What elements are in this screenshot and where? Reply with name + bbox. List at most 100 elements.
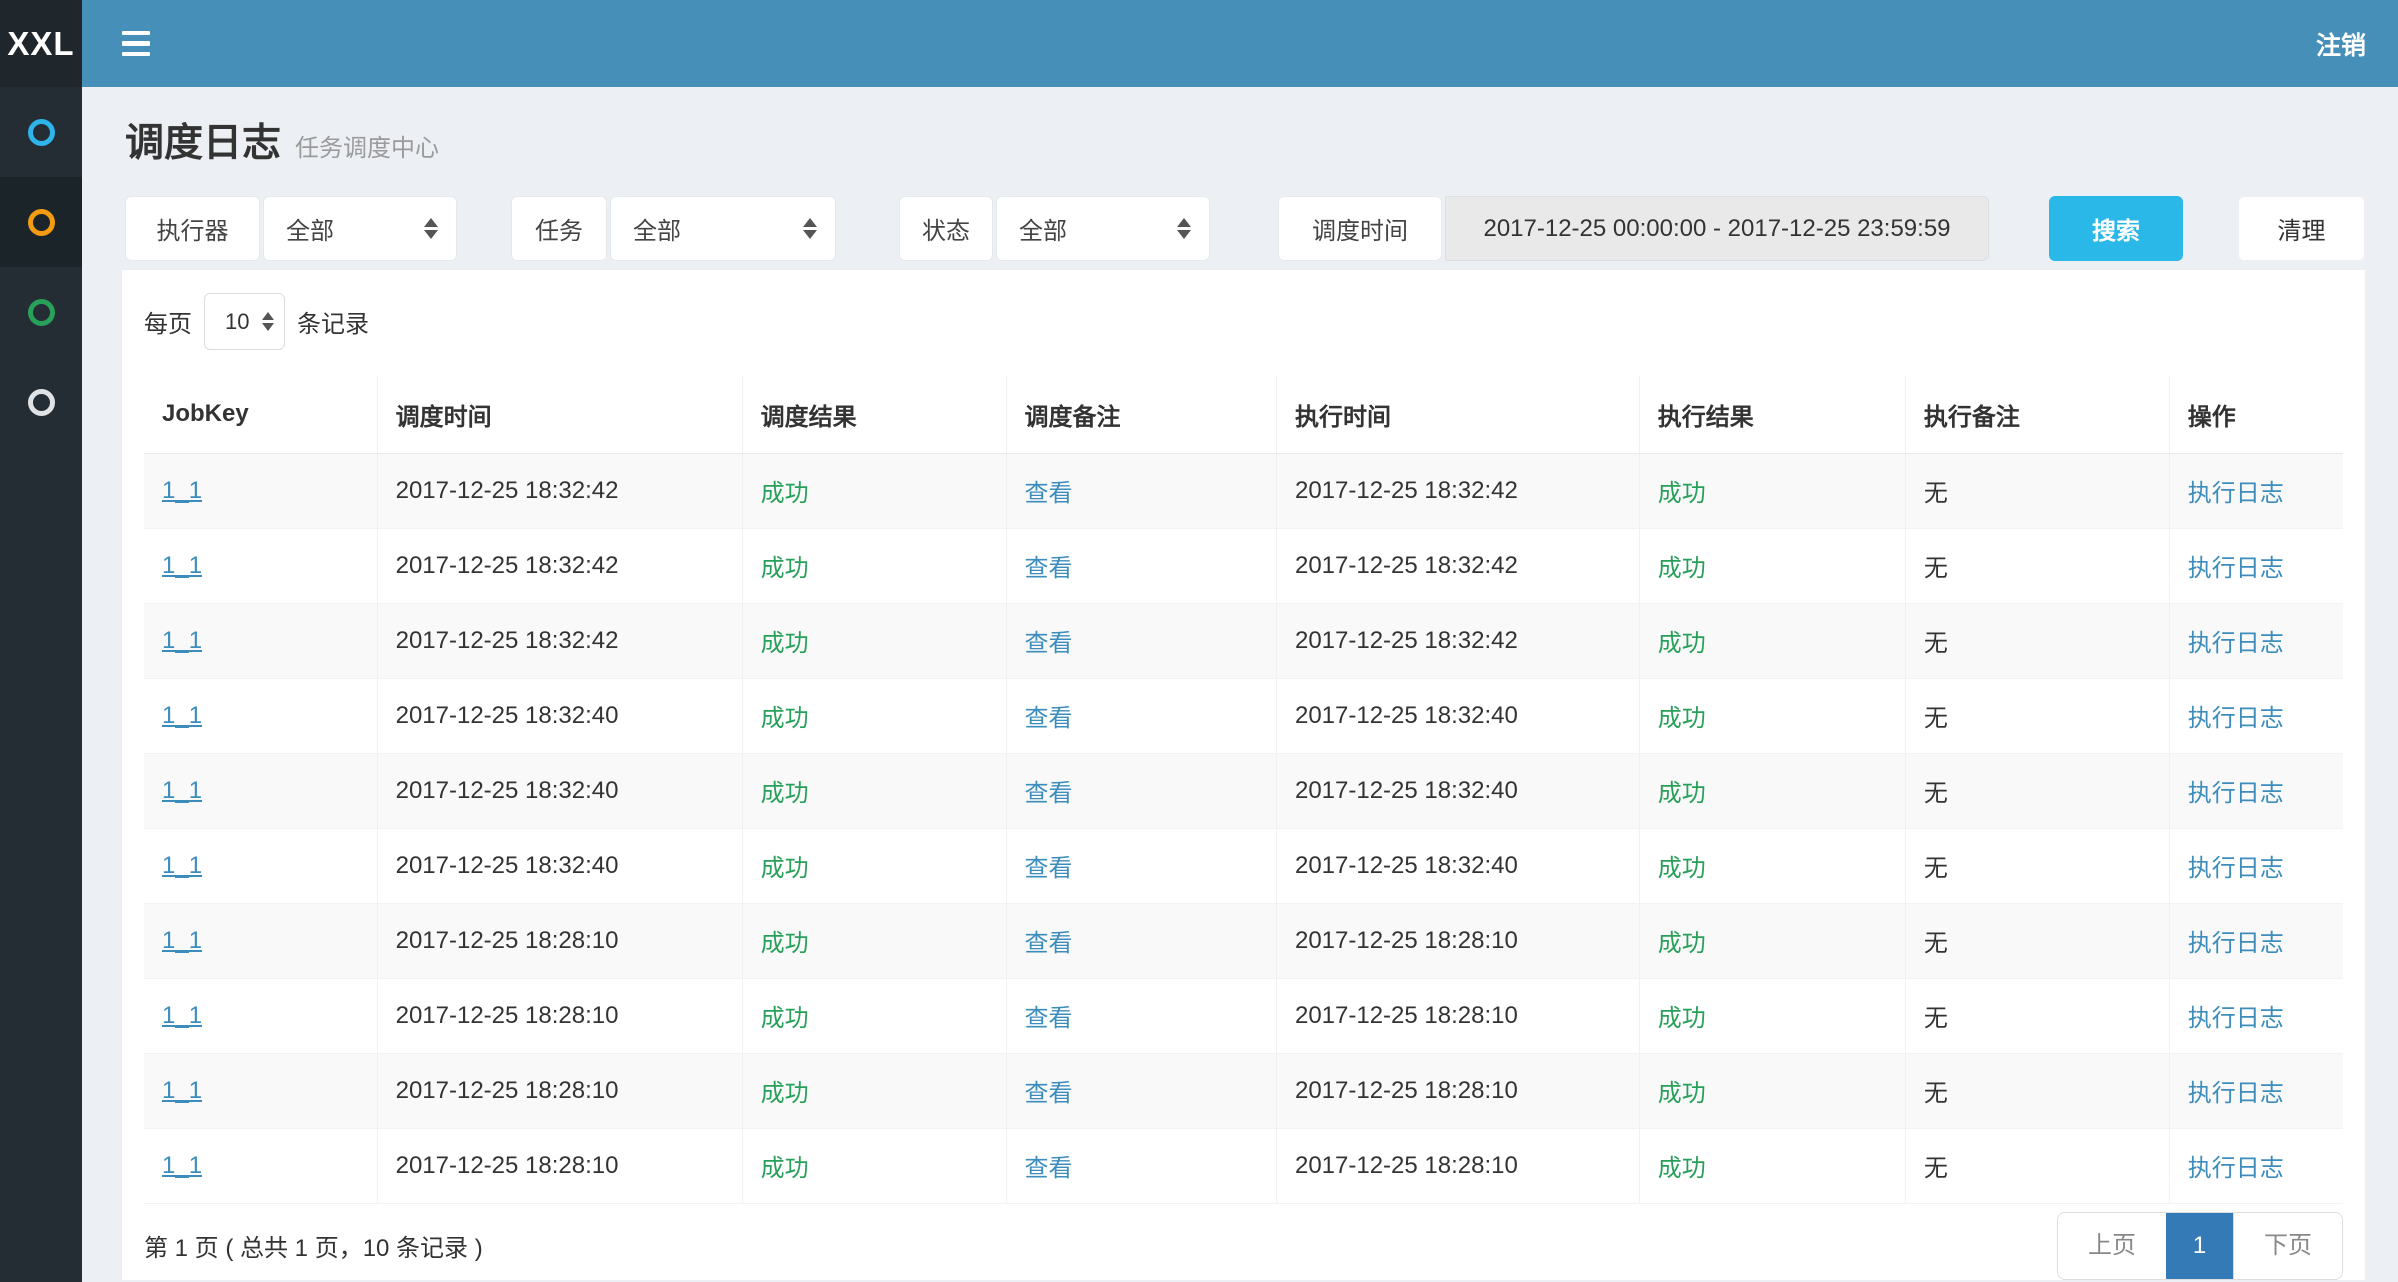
executor-filter-label: 执行器 xyxy=(125,196,260,261)
dispatch-result-cell-wrap: 成功 xyxy=(742,528,1006,603)
prev-page-button[interactable]: 上页 xyxy=(2058,1213,2166,1279)
exec-remark-cell-wrap: 无 xyxy=(1905,753,2169,828)
job-filter-group: 任务 全部 xyxy=(511,196,836,261)
view-remark-link[interactable]: 查看 xyxy=(1025,630,1073,657)
view-remark-link[interactable]: 查看 xyxy=(1025,1155,1073,1182)
view-remark-link[interactable]: 查看 xyxy=(1025,555,1073,582)
brand-logo[interactable]: XXL xyxy=(0,0,82,87)
exec-time-cell: 2017-12-25 18:32:40 xyxy=(1295,702,1518,729)
time-filter-group: 调度时间 2017-12-25 00:00:00 - 2017-12-25 23… xyxy=(1278,196,1989,261)
exec-log-link[interactable]: 执行日志 xyxy=(2188,1155,2284,1182)
sidebar-item-job-manage[interactable] xyxy=(0,267,82,357)
exec-time-cell: 2017-12-25 18:28:10 xyxy=(1295,927,1518,954)
column-header-5[interactable]: 执行时间 xyxy=(1276,376,1639,453)
view-remark-link[interactable]: 查看 xyxy=(1025,930,1073,957)
column-header-2[interactable]: 调度时间 xyxy=(377,376,742,453)
exec-result-cell-wrap: 成功 xyxy=(1639,528,1905,603)
time-range-input[interactable]: 2017-12-25 00:00:00 - 2017-12-25 23:59:5… xyxy=(1445,196,1989,261)
exec-result-cell: 成功 xyxy=(1658,630,1706,657)
status-filter-select[interactable]: 全部 xyxy=(996,196,1210,261)
clear-button[interactable]: 清理 xyxy=(2238,196,2365,261)
exec-log-link[interactable]: 执行日志 xyxy=(2188,855,2284,882)
exec-log-link[interactable]: 执行日志 xyxy=(2188,930,2284,957)
jobkey-link-wrap: 1_1 xyxy=(144,753,377,828)
view-remark-link[interactable]: 查看 xyxy=(1025,855,1073,882)
table-footer: 第 1 页 ( 总共 1 页，10 条记录 ) 上页 1 下页 xyxy=(144,1212,2343,1280)
filter-toolbar: 执行器 全部 任务 全部 状态 全部 调度时间 2017-12-25 00:00… xyxy=(125,196,2365,261)
view-remark-link[interactable]: 查看 xyxy=(1025,780,1073,807)
dispatch-time-cell-wrap: 2017-12-25 18:32:40 xyxy=(377,828,742,903)
exec-log-link[interactable]: 执行日志 xyxy=(2188,480,2284,507)
exec-log-link[interactable]: 执行日志 xyxy=(2188,1080,2284,1107)
column-header-1[interactable]: JobKey xyxy=(144,376,377,453)
exec-time-cell-wrap: 2017-12-25 18:32:40 xyxy=(1276,753,1639,828)
jobkey-link[interactable]: 1_1 xyxy=(162,1077,202,1104)
exec-log-link[interactable]: 执行日志 xyxy=(2188,630,2284,657)
column-header-6[interactable]: 执行结果 xyxy=(1639,376,1905,453)
column-header-4[interactable]: 调度备注 xyxy=(1006,376,1276,453)
exec-log-link-wrap: 执行日志 xyxy=(2169,828,2343,903)
exec-log-link[interactable]: 执行日志 xyxy=(2188,780,2284,807)
column-header-7[interactable]: 执行备注 xyxy=(1905,376,2169,453)
exec-log-link-wrap: 执行日志 xyxy=(2169,978,2343,1053)
jobkey-link-wrap: 1_1 xyxy=(144,603,377,678)
view-remark-link[interactable]: 查看 xyxy=(1025,1080,1073,1107)
dispatch-time-cell-wrap: 2017-12-25 18:32:40 xyxy=(377,753,742,828)
table-row: 1_12017-12-25 18:32:40成功查看2017-12-25 18:… xyxy=(144,678,2343,753)
exec-log-link[interactable]: 执行日志 xyxy=(2188,555,2284,582)
view-remark-link[interactable]: 查看 xyxy=(1025,1005,1073,1032)
dispatch-result-cell: 成功 xyxy=(761,480,809,507)
sidebar-toggle-button[interactable] xyxy=(104,0,168,87)
jobkey-link[interactable]: 1_1 xyxy=(162,627,202,654)
table-row: 1_12017-12-25 18:32:40成功查看2017-12-25 18:… xyxy=(144,828,2343,903)
view-remark-link[interactable]: 查看 xyxy=(1025,705,1073,732)
page-size-select[interactable]: 10 xyxy=(204,293,285,350)
column-header-3[interactable]: 调度结果 xyxy=(742,376,1006,453)
dispatch-time-cell-wrap: 2017-12-25 18:32:42 xyxy=(377,528,742,603)
job-filter-select[interactable]: 全部 xyxy=(610,196,836,261)
exec-log-link-wrap: 执行日志 xyxy=(2169,753,2343,828)
exec-result-cell-wrap: 成功 xyxy=(1639,603,1905,678)
exec-time-cell: 2017-12-25 18:32:40 xyxy=(1295,777,1518,804)
sidebar-item-executor-manage[interactable] xyxy=(0,87,82,177)
exec-log-link[interactable]: 执行日志 xyxy=(2188,1005,2284,1032)
jobkey-link[interactable]: 1_1 xyxy=(162,927,202,954)
dispatch-log-table: JobKey调度时间调度结果调度备注执行时间执行结果执行备注操作 1_1 2017… xyxy=(144,376,2343,1204)
dispatch-result-cell: 成功 xyxy=(761,780,809,807)
search-button[interactable]: 搜索 xyxy=(2049,196,2183,261)
sidebar-item-dispatch-log[interactable] xyxy=(0,177,82,267)
dispatch-result-cell: 成功 xyxy=(761,855,809,882)
table-row: 1_12017-12-25 18:32:42成功查看2017-12-25 18:… xyxy=(144,603,2343,678)
dispatch-result-cell-wrap: 成功 xyxy=(742,753,1006,828)
view-remark-link-wrap: 查看 xyxy=(1006,978,1276,1053)
column-header-8[interactable]: 操作 xyxy=(2169,376,2343,453)
executor-filter-select[interactable]: 全部 xyxy=(263,196,457,261)
exec-remark-cell: 无 xyxy=(1924,705,1948,732)
sidebar-item-help[interactable] xyxy=(0,357,82,447)
current-page-button[interactable]: 1 xyxy=(2166,1213,2233,1279)
dispatch-time-cell-wrap: 2017-12-25 18:28:10 xyxy=(377,1128,742,1203)
exec-log-link[interactable]: 执行日志 xyxy=(2188,705,2284,732)
exec-time-cell-wrap: 2017-12-25 18:32:42 xyxy=(1276,603,1639,678)
top-navbar: XXL 注销 xyxy=(0,0,2398,87)
dispatch-time-cell: 2017-12-25 18:32:42 xyxy=(396,477,619,504)
exec-remark-cell: 无 xyxy=(1924,1155,1948,1182)
dispatch-result-cell: 成功 xyxy=(761,555,809,582)
jobkey-link-wrap: 1_1 xyxy=(144,528,377,603)
jobkey-link[interactable]: 1_1 xyxy=(162,1002,202,1029)
logout-link[interactable]: 注销 xyxy=(2316,0,2366,87)
exec-result-cell-wrap: 成功 xyxy=(1639,678,1905,753)
dispatch-result-cell: 成功 xyxy=(761,1080,809,1107)
exec-result-cell-wrap: 成功 xyxy=(1639,1128,1905,1203)
jobkey-link[interactable]: 1_1 xyxy=(162,852,202,879)
dispatch-result-cell-wrap: 成功 xyxy=(742,453,1006,528)
jobkey-link[interactable]: 1_1 xyxy=(162,777,202,804)
jobkey-link[interactable]: 1_1 xyxy=(162,1152,202,1179)
jobkey-link[interactable]: 1_1 xyxy=(162,477,202,504)
page-title: 调度日志 xyxy=(125,112,281,168)
next-page-button[interactable]: 下页 xyxy=(2233,1213,2342,1279)
view-remark-link[interactable]: 查看 xyxy=(1025,480,1073,507)
jobkey-link[interactable]: 1_1 xyxy=(162,702,202,729)
jobkey-link[interactable]: 1_1 xyxy=(162,552,202,579)
exec-remark-cell: 无 xyxy=(1924,1080,1948,1107)
